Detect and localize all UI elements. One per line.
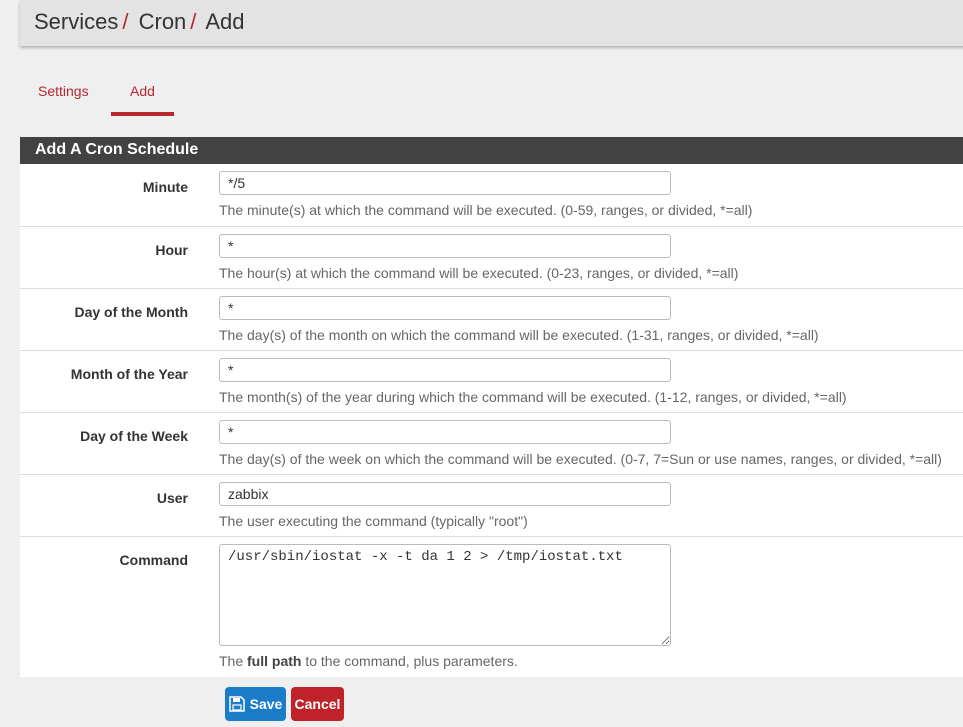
minute-help: The minute(s) at which the command will … [219, 202, 753, 218]
user-label: User [156, 490, 188, 506]
tab-add[interactable]: Add [111, 72, 174, 116]
row-hour: Hour The hour(s) at which the command wi… [20, 226, 963, 288]
hour-help: The hour(s) at which the command will be… [219, 265, 739, 281]
command-help-bold: full path [247, 653, 302, 669]
month-of-year-label: Month of the Year [70, 366, 188, 382]
breadcrumb-separator: / [190, 9, 197, 34]
command-help-prefix: The [219, 653, 248, 669]
breadcrumb-add: Add [205, 9, 245, 34]
row-minute: Minute The minute(s) at which the comman… [20, 164, 963, 226]
command-label: Command [119, 552, 188, 568]
day-of-week-help: The day(s) of the week on which the comm… [219, 451, 942, 467]
page-header: Services / Cron / Add [20, 0, 963, 46]
user-help: The user executing the command (typicall… [219, 513, 528, 529]
save-button[interactable]: Save [225, 687, 286, 721]
hour-label: Hour [155, 242, 188, 258]
save-label: Save [249, 696, 283, 712]
breadcrumb-services[interactable]: Services [34, 9, 118, 34]
breadcrumb: Services / Cron / Add [34, 9, 244, 35]
day-of-month-label: Day of the Month [74, 304, 188, 320]
command-help: The full path to the command, plus param… [219, 653, 518, 669]
row-day-of-week: Day of the Week The day(s) of the week o… [20, 412, 963, 474]
command-help-suffix: to the command, plus parameters. [301, 653, 518, 669]
row-user: User The user executing the command (typ… [20, 474, 963, 536]
cron-schedule-panel: Add A Cron Schedule Minute The minute(s)… [20, 137, 963, 677]
minute-label: Minute [142, 179, 188, 195]
floppy-disk-icon [228, 696, 245, 712]
panel-title: Add A Cron Schedule [20, 137, 963, 164]
row-day-of-month: Day of the Month The day(s) of the month… [20, 288, 963, 350]
day-of-month-help: The day(s) of the month on which the com… [219, 327, 819, 343]
minute-input[interactable] [219, 171, 671, 195]
cancel-button[interactable]: Cancel [291, 687, 344, 721]
tab-settings[interactable]: Settings [20, 72, 106, 116]
command-textarea[interactable]: /usr/sbin/iostat -x -t da 1 2 > /tmp/ios… [219, 544, 671, 646]
user-input[interactable] [219, 482, 671, 506]
hour-input[interactable] [219, 234, 671, 258]
day-of-month-input[interactable] [219, 296, 671, 320]
month-of-year-help: The month(s) of the year during which th… [219, 389, 847, 405]
day-of-week-label: Day of the Week [80, 428, 188, 444]
row-command: Command /usr/sbin/iostat -x -t da 1 2 > … [20, 536, 963, 677]
row-month-of-year: Month of the Year The month(s) of the ye… [20, 350, 963, 412]
month-of-year-input[interactable] [219, 358, 671, 382]
day-of-week-input[interactable] [219, 420, 671, 444]
breadcrumb-cron[interactable]: Cron [139, 9, 187, 34]
breadcrumb-separator: / [122, 9, 129, 34]
